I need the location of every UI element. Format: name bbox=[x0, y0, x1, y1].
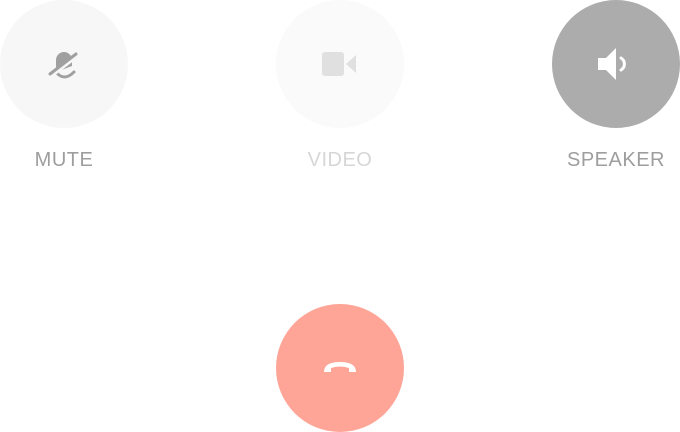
mute-label: MUTE bbox=[34, 149, 94, 171]
mute-control: MUTE bbox=[0, 0, 128, 172]
mute-button[interactable] bbox=[0, 0, 128, 128]
video-label: VIDEO bbox=[307, 149, 373, 171]
end-call-button[interactable] bbox=[276, 304, 404, 432]
hang-up-icon bbox=[318, 346, 362, 390]
video-control: VIDEO bbox=[276, 0, 404, 172]
mic-off-icon bbox=[42, 42, 86, 86]
call-controls-screen: MUTE VIDEO SPEAKER bbox=[0, 0, 680, 432]
speaker-icon bbox=[594, 42, 638, 86]
speaker-label: SPEAKER bbox=[567, 149, 665, 171]
video-button[interactable] bbox=[276, 0, 404, 128]
speaker-control: SPEAKER bbox=[552, 0, 680, 172]
speaker-button[interactable] bbox=[552, 0, 680, 128]
video-camera-icon bbox=[318, 42, 362, 86]
